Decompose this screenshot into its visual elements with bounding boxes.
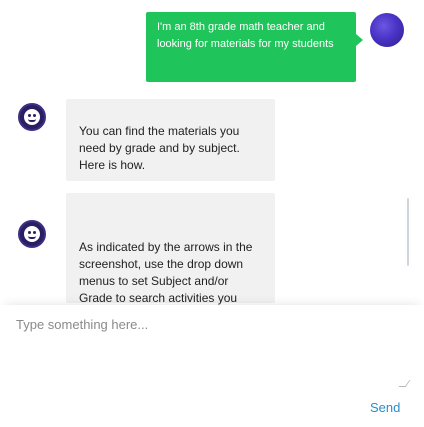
message-composer: Send xyxy=(0,305,424,427)
chat-window: I'm an 8th grade math teacher and lookin… xyxy=(0,0,424,427)
send-button[interactable]: Send xyxy=(370,400,400,415)
bot-message-bubble: You can find the materials you need by g… xyxy=(66,99,275,181)
chatbot-face-icon xyxy=(18,103,46,131)
chatbot-face-icon xyxy=(18,220,46,248)
user-avatar-icon xyxy=(370,13,404,47)
bot-message-bubble: As indicated by the arrows in the screen… xyxy=(66,193,275,322)
user-message-bubble: I'm an 8th grade math teacher and lookin… xyxy=(146,12,363,82)
chat-scrollbar[interactable] xyxy=(407,198,409,266)
message-input[interactable] xyxy=(6,313,414,393)
